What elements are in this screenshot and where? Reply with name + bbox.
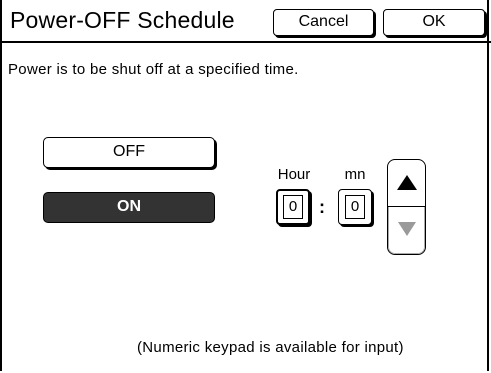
hour-field[interactable]: 0	[276, 189, 310, 225]
description-text: Power is to be shut off at a specified t…	[8, 61, 299, 78]
increment-button[interactable]	[388, 160, 425, 207]
keypad-hint: (Numeric keypad is available for input)	[137, 339, 404, 356]
triangle-up-icon	[396, 175, 417, 190]
cancel-button[interactable]: Cancel	[273, 9, 374, 36]
hour-label: Hour	[277, 166, 311, 183]
on-button[interactable]: ON	[43, 192, 215, 223]
page-title: Power-OFF Schedule	[10, 7, 235, 33]
header-bar: Power-OFF Schedule Cancel OK	[2, 0, 491, 43]
minute-field[interactable]: 0	[338, 189, 372, 225]
minute-label: mn	[344, 166, 366, 183]
time-separator: :	[319, 197, 325, 217]
off-button[interactable]: OFF	[43, 137, 215, 168]
decrement-button[interactable]	[388, 207, 425, 254]
hour-value: 0	[283, 195, 303, 219]
power-off-schedule-screen: Power-OFF Schedule Cancel OK Power is to…	[0, 0, 491, 371]
triangle-down-icon	[397, 222, 416, 236]
minute-value: 0	[345, 195, 365, 219]
value-stepper	[387, 159, 426, 255]
ok-button[interactable]: OK	[383, 9, 485, 36]
